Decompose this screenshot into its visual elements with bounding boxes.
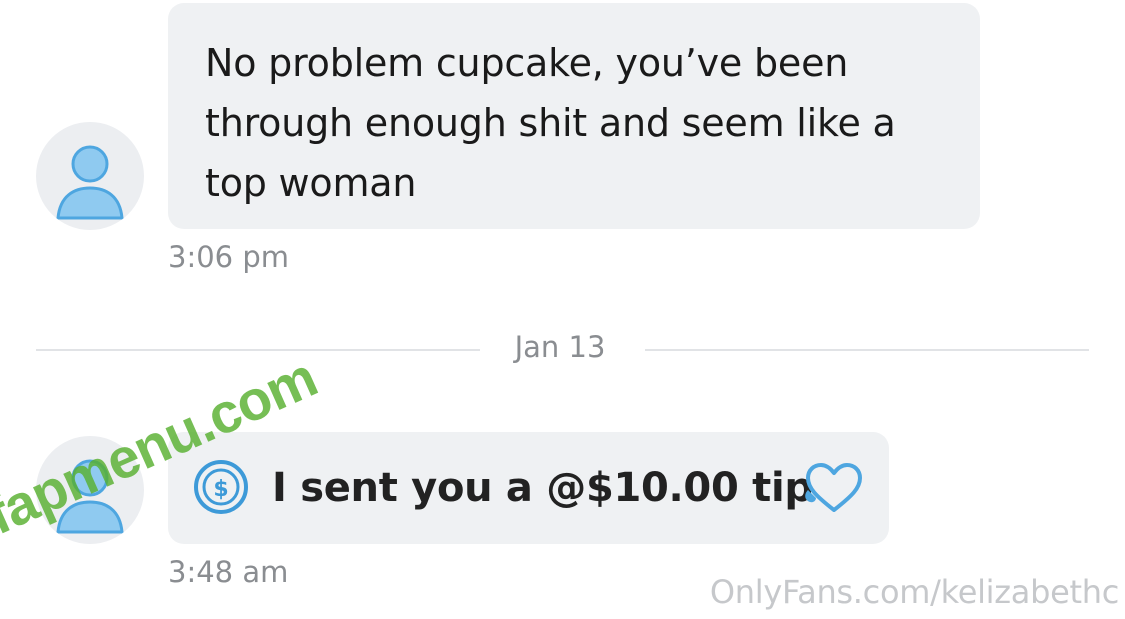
tip-message-text: I sent you a @$10.00 tip (272, 465, 813, 511)
svg-text:$: $ (213, 477, 228, 502)
heart-icon (805, 463, 862, 512)
message-timestamp: 3:06 pm (168, 240, 289, 274)
sender-avatar[interactable] (36, 436, 144, 544)
message-timestamp: 3:48 am (168, 555, 289, 589)
dollar-coin-icon: $ (194, 460, 248, 514)
message-text: No problem cupcake, you’ve been through … (205, 41, 896, 205)
message-bubble[interactable]: No problem cupcake, you’ve been through … (168, 3, 980, 229)
user-icon (56, 145, 124, 220)
user-icon (56, 459, 124, 534)
sender-avatar[interactable] (36, 122, 144, 230)
tip-message-bubble[interactable]: $ I sent you a @$10.00 tip (168, 432, 889, 544)
divider-line-left (36, 349, 480, 351)
site-watermark: OnlyFans.com/kelizabethc (709, 573, 1119, 611)
date-divider: Jan 13 (514, 330, 606, 364)
divider-line-right (645, 349, 1089, 351)
